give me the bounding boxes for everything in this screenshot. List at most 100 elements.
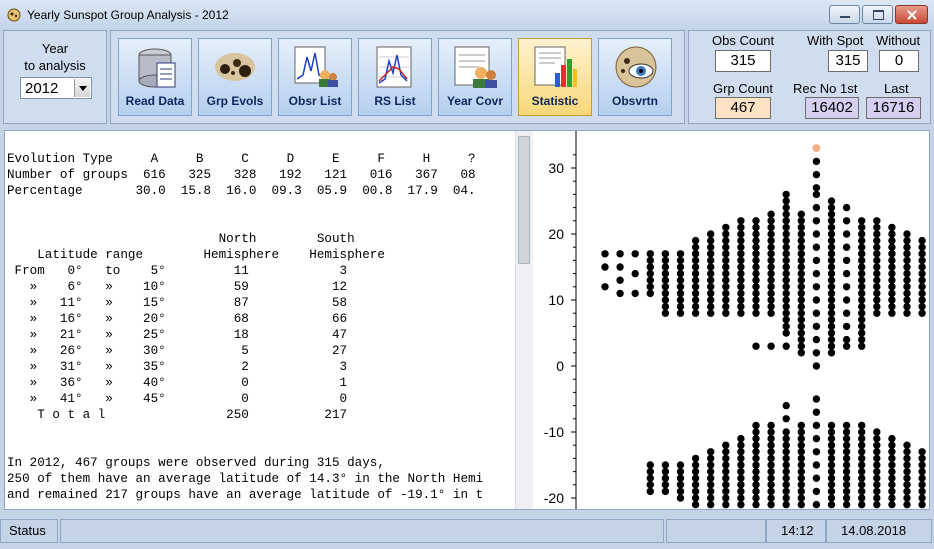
data-point bbox=[797, 329, 805, 337]
data-point bbox=[661, 283, 670, 291]
data-point bbox=[888, 500, 896, 509]
data-point bbox=[797, 494, 805, 502]
data-point bbox=[661, 276, 670, 284]
data-point bbox=[842, 230, 851, 238]
data-point bbox=[676, 256, 685, 265]
report-line: » 26° » 30° 5 27 bbox=[7, 344, 348, 358]
year-covr-button[interactable]: Year Covr bbox=[438, 38, 512, 116]
data-point bbox=[782, 428, 790, 436]
data-point bbox=[707, 302, 715, 311]
data-point bbox=[858, 256, 866, 265]
data-point bbox=[737, 263, 745, 271]
data-point bbox=[827, 309, 836, 317]
app-window: Yearly Sunspot Group Analysis - 2012 Yea… bbox=[0, 0, 934, 549]
data-point bbox=[903, 441, 911, 449]
minimize-icon bbox=[840, 16, 850, 18]
data-point bbox=[722, 448, 730, 456]
data-point bbox=[752, 289, 760, 298]
status-empty bbox=[666, 519, 766, 543]
latitude-scatter-chart: 30 20 10 0 -10 -20 bbox=[544, 131, 926, 509]
data-point bbox=[737, 250, 745, 258]
data-point bbox=[752, 302, 760, 311]
report-line: Percentage 30.0 15.8 16.0 09.3 05.9 00.8… bbox=[7, 184, 476, 198]
data-point bbox=[797, 302, 805, 311]
data-point bbox=[676, 494, 685, 502]
data-point bbox=[873, 250, 881, 258]
data-point bbox=[888, 276, 896, 284]
with-spot-label: With Spot bbox=[807, 33, 864, 48]
data-point bbox=[827, 256, 836, 265]
data-point bbox=[661, 256, 670, 265]
data-point bbox=[812, 474, 821, 482]
read-data-button[interactable]: Read Data bbox=[118, 38, 192, 116]
data-point bbox=[782, 461, 790, 469]
data-point bbox=[767, 448, 775, 456]
rs-list-button[interactable]: RS List bbox=[358, 38, 432, 116]
data-point bbox=[858, 309, 866, 317]
scrollbar-thumb[interactable] bbox=[518, 136, 530, 264]
data-point bbox=[812, 190, 821, 199]
data-point bbox=[782, 203, 790, 212]
data-point bbox=[676, 309, 685, 317]
data-point bbox=[616, 289, 624, 298]
vertical-scrollbar[interactable] bbox=[515, 131, 533, 509]
minimize-button[interactable] bbox=[829, 5, 860, 24]
data-point bbox=[707, 487, 715, 496]
data-point bbox=[827, 474, 836, 482]
data-point bbox=[812, 157, 821, 166]
data-point bbox=[782, 190, 790, 199]
data-point bbox=[842, 256, 851, 265]
year-select[interactable]: 2012 bbox=[20, 77, 92, 99]
data-point bbox=[767, 309, 775, 317]
maximize-button[interactable] bbox=[862, 5, 893, 24]
data-point bbox=[812, 203, 821, 212]
data-point bbox=[842, 203, 851, 212]
data-point bbox=[661, 302, 670, 311]
data-point bbox=[722, 269, 730, 278]
status-time: 14:12 bbox=[766, 519, 826, 543]
close-button[interactable] bbox=[895, 5, 928, 24]
data-point bbox=[707, 500, 715, 509]
data-point bbox=[873, 276, 881, 284]
data-point bbox=[752, 243, 760, 251]
title-bar: Yearly Sunspot Group Analysis - 2012 bbox=[0, 0, 934, 31]
data-point bbox=[797, 289, 805, 298]
status-date: 14.08.2018 bbox=[826, 519, 932, 543]
grp-evols-button[interactable]: Grp Evols bbox=[198, 38, 272, 116]
data-point bbox=[873, 454, 881, 463]
data-point bbox=[767, 428, 775, 436]
statistic-button[interactable]: Statistic bbox=[518, 38, 592, 116]
obsvrtn-label: Obsvrtn bbox=[611, 94, 658, 108]
chevron-down-icon[interactable] bbox=[74, 79, 90, 97]
data-point bbox=[661, 269, 670, 278]
data-point bbox=[827, 322, 836, 331]
data-point bbox=[812, 217, 821, 225]
data-point bbox=[782, 230, 790, 238]
data-point bbox=[812, 170, 821, 179]
data-point bbox=[797, 448, 805, 456]
data-point bbox=[752, 269, 760, 278]
obsvrtn-button[interactable]: Obsvrtn bbox=[598, 38, 672, 116]
data-point bbox=[767, 302, 775, 311]
data-point bbox=[858, 243, 866, 251]
data-point bbox=[827, 250, 836, 258]
data-point bbox=[737, 296, 745, 304]
data-point bbox=[842, 428, 851, 436]
data-point bbox=[691, 494, 700, 502]
data-point bbox=[676, 296, 685, 304]
data-point bbox=[918, 263, 926, 271]
data-point bbox=[842, 454, 851, 463]
report-text-pane[interactable]: Evolution Type A B C D E F H ? Number of … bbox=[5, 131, 515, 509]
data-point bbox=[676, 302, 685, 311]
data-point bbox=[903, 461, 911, 469]
report-line: In 2012, 467 groups were observed during… bbox=[7, 456, 385, 470]
data-point bbox=[812, 335, 821, 344]
data-point bbox=[661, 481, 670, 489]
obsr-list-button[interactable]: Obsr List bbox=[278, 38, 352, 116]
data-point bbox=[888, 467, 896, 476]
data-point bbox=[722, 283, 730, 291]
data-point bbox=[782, 223, 790, 232]
data-point bbox=[767, 487, 775, 496]
data-point bbox=[707, 494, 715, 502]
data-point bbox=[797, 500, 805, 509]
